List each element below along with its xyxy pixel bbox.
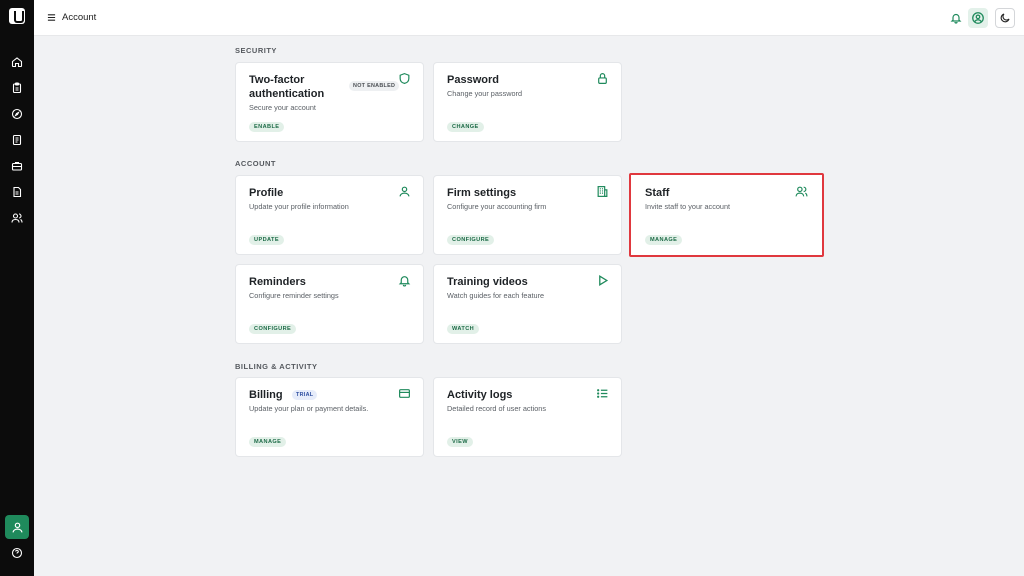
manage-button[interactable]: MANAGE xyxy=(645,235,683,245)
file-text-icon[interactable] xyxy=(9,184,25,200)
compass-icon[interactable] xyxy=(9,106,25,122)
document-list-icon[interactable] xyxy=(9,132,25,148)
card-firm-settings[interactable]: Firm settings Configure your accounting … xyxy=(433,175,622,255)
sidebar xyxy=(0,0,34,576)
card-description: Change your password xyxy=(447,89,523,98)
card-title: Training videos xyxy=(447,276,528,288)
card-activity-logs[interactable]: Activity logs Detailed record of user ac… xyxy=(433,377,622,457)
page-title: Account xyxy=(62,12,97,23)
account-avatar-button[interactable] xyxy=(968,8,988,28)
shield-icon xyxy=(398,72,411,85)
trial-badge: TRIAL xyxy=(292,390,318,400)
card-password[interactable]: Password Change your password CHANGE xyxy=(433,62,622,142)
card-description: Configure reminder settings xyxy=(249,291,339,300)
watch-button[interactable]: WATCH xyxy=(447,324,480,334)
configure-button[interactable]: CONFIGURE xyxy=(249,324,297,334)
status-badge: NOT ENABLED xyxy=(349,81,400,91)
card-title: Activity logs xyxy=(447,389,513,401)
bell-icon xyxy=(398,274,411,287)
theme-toggle-moon-icon[interactable] xyxy=(995,8,1015,28)
enable-button[interactable]: ENABLE xyxy=(249,122,285,132)
card-staff[interactable]: Staff Invite staff to your account MANAG… xyxy=(629,173,824,257)
users-icon xyxy=(795,185,808,198)
card-description: Detailed record of user actions xyxy=(447,404,546,413)
list-icon xyxy=(596,387,609,400)
card-reminders[interactable]: Reminders Configure reminder settings CO… xyxy=(235,264,424,344)
card-description: Update your plan or payment details. xyxy=(249,404,369,413)
card-title: Billing xyxy=(249,389,283,401)
card-description: Configure your accounting firm xyxy=(447,202,547,211)
card-title: Two-factor authentication xyxy=(249,74,325,100)
card-billing[interactable]: Billing TRIAL Update your plan or paymen… xyxy=(235,377,424,457)
view-button[interactable]: VIEW xyxy=(447,437,473,447)
card-training-videos[interactable]: Training videos Watch guides for each fe… xyxy=(433,264,622,344)
building-icon xyxy=(596,185,609,198)
users-icon[interactable] xyxy=(9,210,25,226)
user-icon[interactable] xyxy=(5,515,29,539)
section-title-security: SECURITY xyxy=(235,46,277,55)
configure-button[interactable]: CONFIGURE xyxy=(447,235,495,245)
card-profile[interactable]: Profile Update your profile information … xyxy=(235,175,424,255)
card-description: Update your profile information xyxy=(249,202,349,211)
credit-card-icon xyxy=(398,387,411,400)
menu-icon[interactable] xyxy=(47,13,56,22)
card-two-factor[interactable]: Two-factor authentication Secure your ac… xyxy=(235,62,424,142)
card-description: Watch guides for each feature xyxy=(447,291,545,300)
top-header: Account xyxy=(34,0,1024,36)
briefcase-icon[interactable] xyxy=(9,158,25,174)
card-description: Secure your account xyxy=(249,103,316,112)
change-button[interactable]: CHANGE xyxy=(447,122,484,132)
card-title: Password xyxy=(447,74,499,86)
help-icon[interactable] xyxy=(9,545,25,561)
app-logo[interactable] xyxy=(9,8,25,24)
lock-icon xyxy=(596,72,609,85)
notification-bell-icon[interactable] xyxy=(946,8,966,28)
card-title: Firm settings xyxy=(447,187,517,199)
manage-button[interactable]: MANAGE xyxy=(249,437,287,447)
home-icon[interactable] xyxy=(9,54,25,70)
play-icon xyxy=(596,274,609,287)
card-title: Profile xyxy=(249,187,284,199)
card-title: Staff xyxy=(645,187,670,199)
section-title-account: ACCOUNT xyxy=(235,159,276,168)
clipboard-icon[interactable] xyxy=(9,80,25,96)
card-title: Reminders xyxy=(249,276,306,288)
update-button[interactable]: UPDATE xyxy=(249,235,284,245)
user-icon xyxy=(398,185,411,198)
card-description: Invite staff to your account xyxy=(645,202,731,211)
section-title-billing-activity: BILLING & ACTIVITY xyxy=(235,362,318,371)
